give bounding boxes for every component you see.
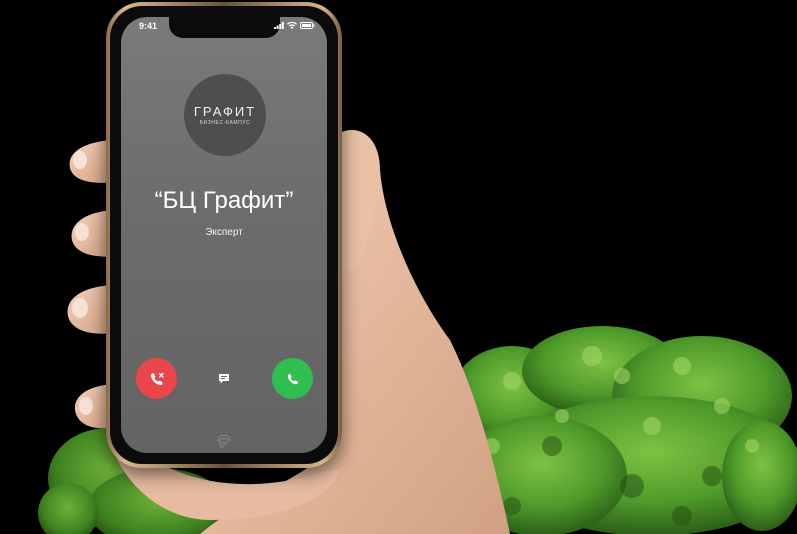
status-time: 9:41 [139, 21, 158, 31]
smartphone: 9:41 ГРАФИТ БИЗНЕС-КАМПУС “БЦ Графит” Эк… [106, 2, 342, 468]
battery-icon [300, 22, 315, 29]
phone-screen: 9:41 ГРАФИТ БИЗНЕС-КАМПУС “БЦ Графит” Эк… [121, 17, 327, 453]
wifi-icon [287, 22, 297, 29]
signal-icon [274, 22, 284, 29]
phone-notch [169, 17, 280, 38]
caller-subtitle: Эксперт [205, 227, 243, 238]
phone-accept-icon [287, 373, 298, 384]
caller-name: “БЦ Графит” [154, 187, 294, 214]
decline-call-button[interactable] [136, 358, 177, 399]
scene: 9:41 ГРАФИТ БИЗНЕС-КАМПУС “БЦ Графит” Эк… [0, 0, 797, 534]
phone-decline-icon [150, 372, 164, 385]
phone-bezel: 9:41 ГРАФИТ БИЗНЕС-КАМПУС “БЦ Графит” Эк… [110, 6, 338, 464]
accept-call-button[interactable] [272, 358, 313, 399]
message-button[interactable] [215, 369, 233, 387]
caller-avatar: ГРАФИТ БИЗНЕС-КАМПУС [184, 74, 266, 156]
message-icon [219, 373, 229, 383]
fingerprint-icon [217, 435, 231, 449]
status-icons [274, 22, 315, 29]
logo-word: ГРАФИТ [193, 103, 257, 119]
logo-subtitle: БИЗНЕС-КАМПУС [199, 119, 251, 126]
